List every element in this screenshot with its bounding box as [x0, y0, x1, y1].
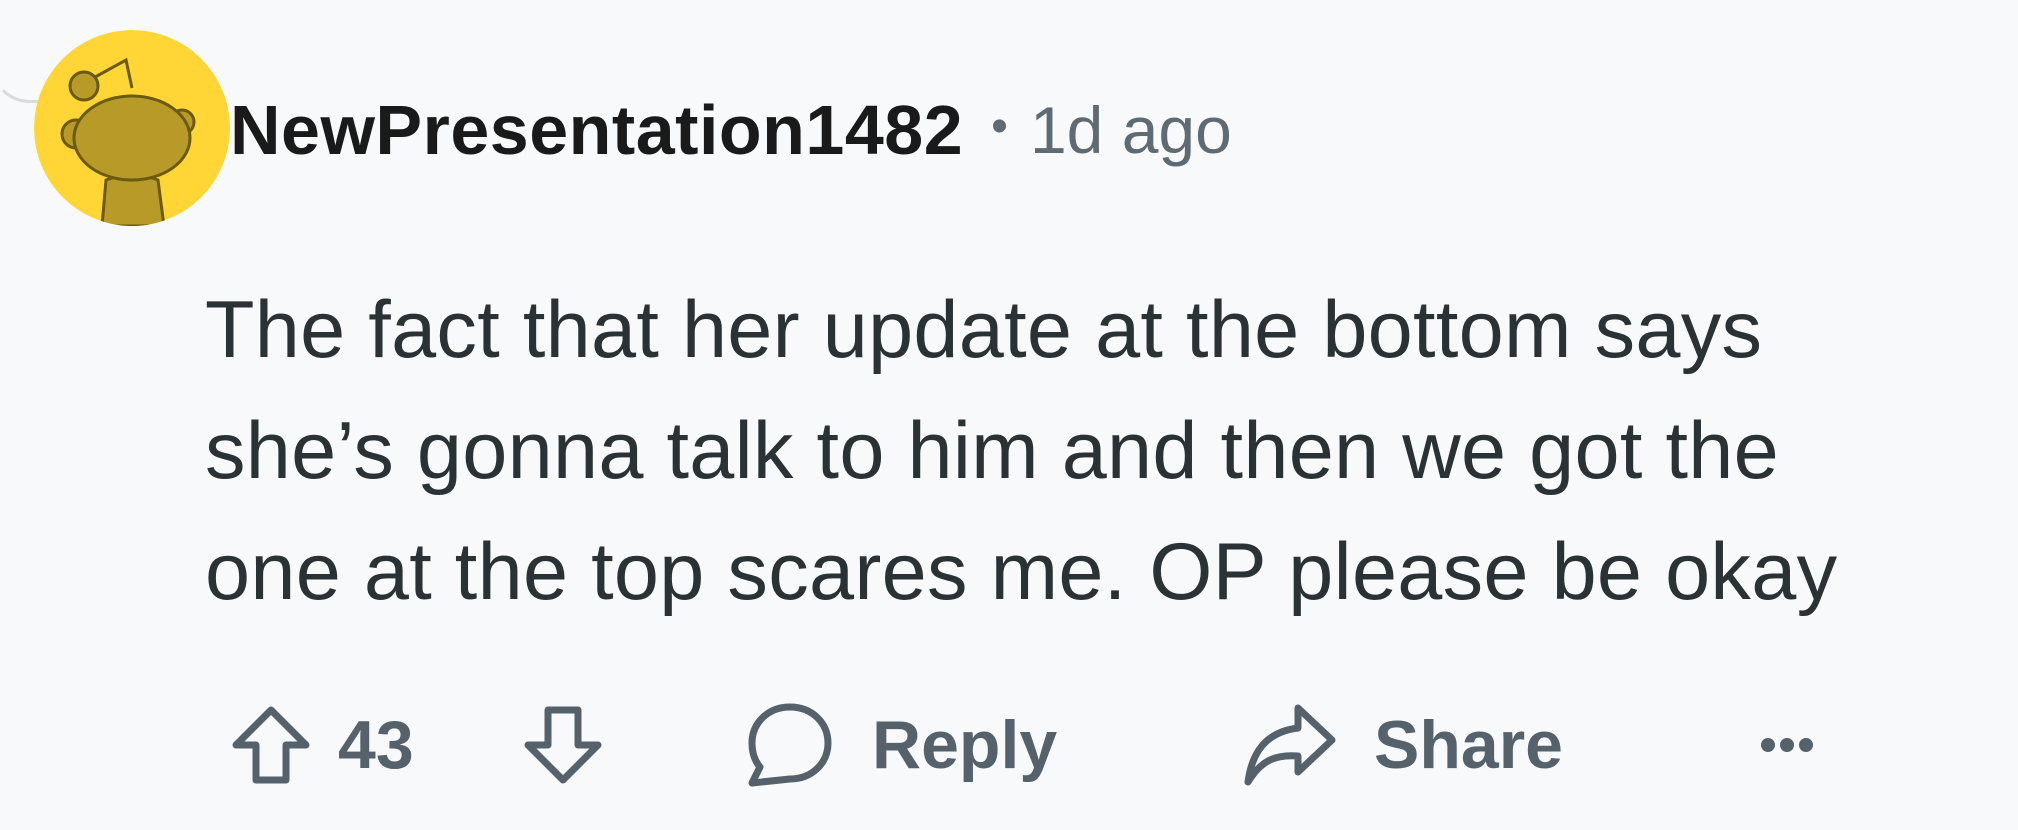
- share-label: Share: [1374, 707, 1563, 783]
- comment-card: NewPresentation1482 • 1d ago The fact th…: [0, 0, 2018, 830]
- comment-body: The fact that her update at the bottom s…: [205, 270, 1995, 633]
- vote-score-count: 43: [338, 707, 414, 783]
- arrow-up-icon: [232, 706, 310, 784]
- avatar[interactable]: [34, 30, 230, 226]
- more-options-button[interactable]: [1752, 690, 1822, 800]
- comment-body-line: The fact that her update at the bottom s…: [205, 285, 1763, 375]
- comment-body-line: she’s gonna talk to him and then we got …: [205, 406, 1779, 496]
- share-button[interactable]: Share: [1242, 690, 1563, 800]
- author-username[interactable]: NewPresentation1482: [230, 90, 963, 170]
- reply-label: Reply: [872, 707, 1058, 783]
- comment-header: NewPresentation1482 • 1d ago: [230, 88, 1232, 172]
- separator-dot: •: [991, 99, 1008, 153]
- ellipsis-icon: [1761, 738, 1813, 752]
- upvote-button[interactable]: [226, 690, 316, 800]
- share-arrow-icon: [1244, 704, 1336, 786]
- arrow-down-icon: [524, 706, 602, 784]
- reply-button[interactable]: Reply: [744, 690, 1057, 800]
- downvote-button[interactable]: [518, 690, 608, 800]
- speech-bubble-icon: [748, 703, 832, 787]
- comment-timestamp[interactable]: 1d ago: [1030, 92, 1232, 168]
- vote-score: 43: [338, 690, 414, 800]
- comment-body-line: one at the top scares me. OP please be o…: [205, 527, 1838, 617]
- comment-action-bar: 43 Reply Share: [226, 690, 1926, 800]
- snoo-avatar-icon: [34, 30, 230, 226]
